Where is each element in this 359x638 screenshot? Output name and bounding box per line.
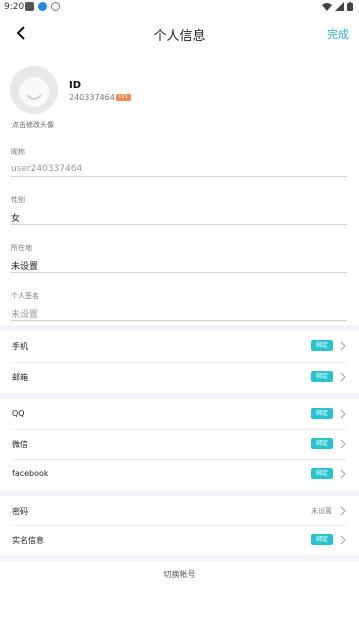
chevron-right-icon xyxy=(340,535,346,545)
level-badge: LV1 xyxy=(116,94,131,101)
sync-icon xyxy=(51,2,60,11)
qq-label: QQ xyxy=(12,409,25,418)
password-row[interactable]: 密码 未设置 xyxy=(0,496,359,527)
status-time: 9:20 xyxy=(4,2,25,12)
wechat-row[interactable]: 微信 绑定 xyxy=(0,429,359,460)
phone-label: 手机 xyxy=(12,342,28,351)
real-name-bind-badge[interactable]: 绑定 xyxy=(310,534,333,545)
qq-row[interactable]: QQ 绑定 xyxy=(0,399,359,430)
facebook-row[interactable]: facebook 绑定 xyxy=(0,459,359,490)
email-label: 邮箱 xyxy=(12,373,28,382)
real-name-label: 实名信息 xyxy=(12,536,44,545)
signal-icon xyxy=(335,2,344,11)
game-controller-icon xyxy=(25,2,34,11)
wechat-bind-badge[interactable]: 绑定 xyxy=(310,438,333,449)
top-bar: 个人信息 完成 xyxy=(0,18,359,48)
password-label: 密码 xyxy=(12,507,28,516)
wechat-label: 微信 xyxy=(12,440,28,449)
battery-icon xyxy=(347,2,353,11)
done-button[interactable]: 完成 xyxy=(327,26,349,42)
chevron-right-icon xyxy=(340,341,346,351)
chevron-right-icon xyxy=(340,439,346,449)
gender-field[interactable]: 女 xyxy=(11,211,20,224)
chevron-right-icon xyxy=(340,409,346,419)
location-field[interactable]: 未设置 xyxy=(11,259,38,272)
signature-underline xyxy=(11,320,347,321)
status-bar: 9:20 xyxy=(0,0,359,14)
gender-label: 性别 xyxy=(11,196,25,204)
avatar[interactable] xyxy=(10,66,58,114)
app-notification-icon xyxy=(38,2,47,11)
phone-bind-badge[interactable]: 绑定 xyxy=(310,340,333,351)
nickname-field[interactable]: user240337464 xyxy=(11,164,82,174)
chevron-right-icon xyxy=(340,469,346,479)
signature-label: 个人签名 xyxy=(11,292,39,300)
wifi-icon xyxy=(322,3,332,11)
nickname-underline xyxy=(11,176,347,177)
facebook-bind-badge[interactable]: 绑定 xyxy=(310,468,333,479)
phone-row[interactable]: 手机 绑定 xyxy=(0,331,359,362)
real-name-row[interactable]: 实名信息 绑定 xyxy=(0,525,359,556)
avatar-caption[interactable]: 点击修改头像 xyxy=(12,120,54,130)
page-title: 个人信息 xyxy=(153,29,206,44)
id-label: ID xyxy=(69,80,82,91)
default-avatar-icon xyxy=(10,66,58,114)
chevron-right-icon xyxy=(340,372,346,382)
nickname-label: 昵称 xyxy=(11,148,25,156)
facebook-label: facebook xyxy=(12,469,49,478)
gender-underline xyxy=(11,224,347,225)
email-row[interactable]: 邮箱 绑定 xyxy=(0,362,359,393)
section-divider xyxy=(0,555,359,561)
email-bind-badge[interactable]: 绑定 xyxy=(310,371,333,382)
signature-field[interactable]: 未设置 xyxy=(11,307,38,320)
password-status: 未设置 xyxy=(311,507,332,515)
location-underline xyxy=(11,272,347,273)
location-label: 所在地 xyxy=(11,244,32,252)
chevron-right-icon xyxy=(340,506,346,516)
id-value: 240337464 xyxy=(69,93,115,102)
switch-account-button[interactable]: 切换帐号 xyxy=(0,569,359,580)
qq-bind-badge[interactable]: 绑定 xyxy=(310,408,333,419)
